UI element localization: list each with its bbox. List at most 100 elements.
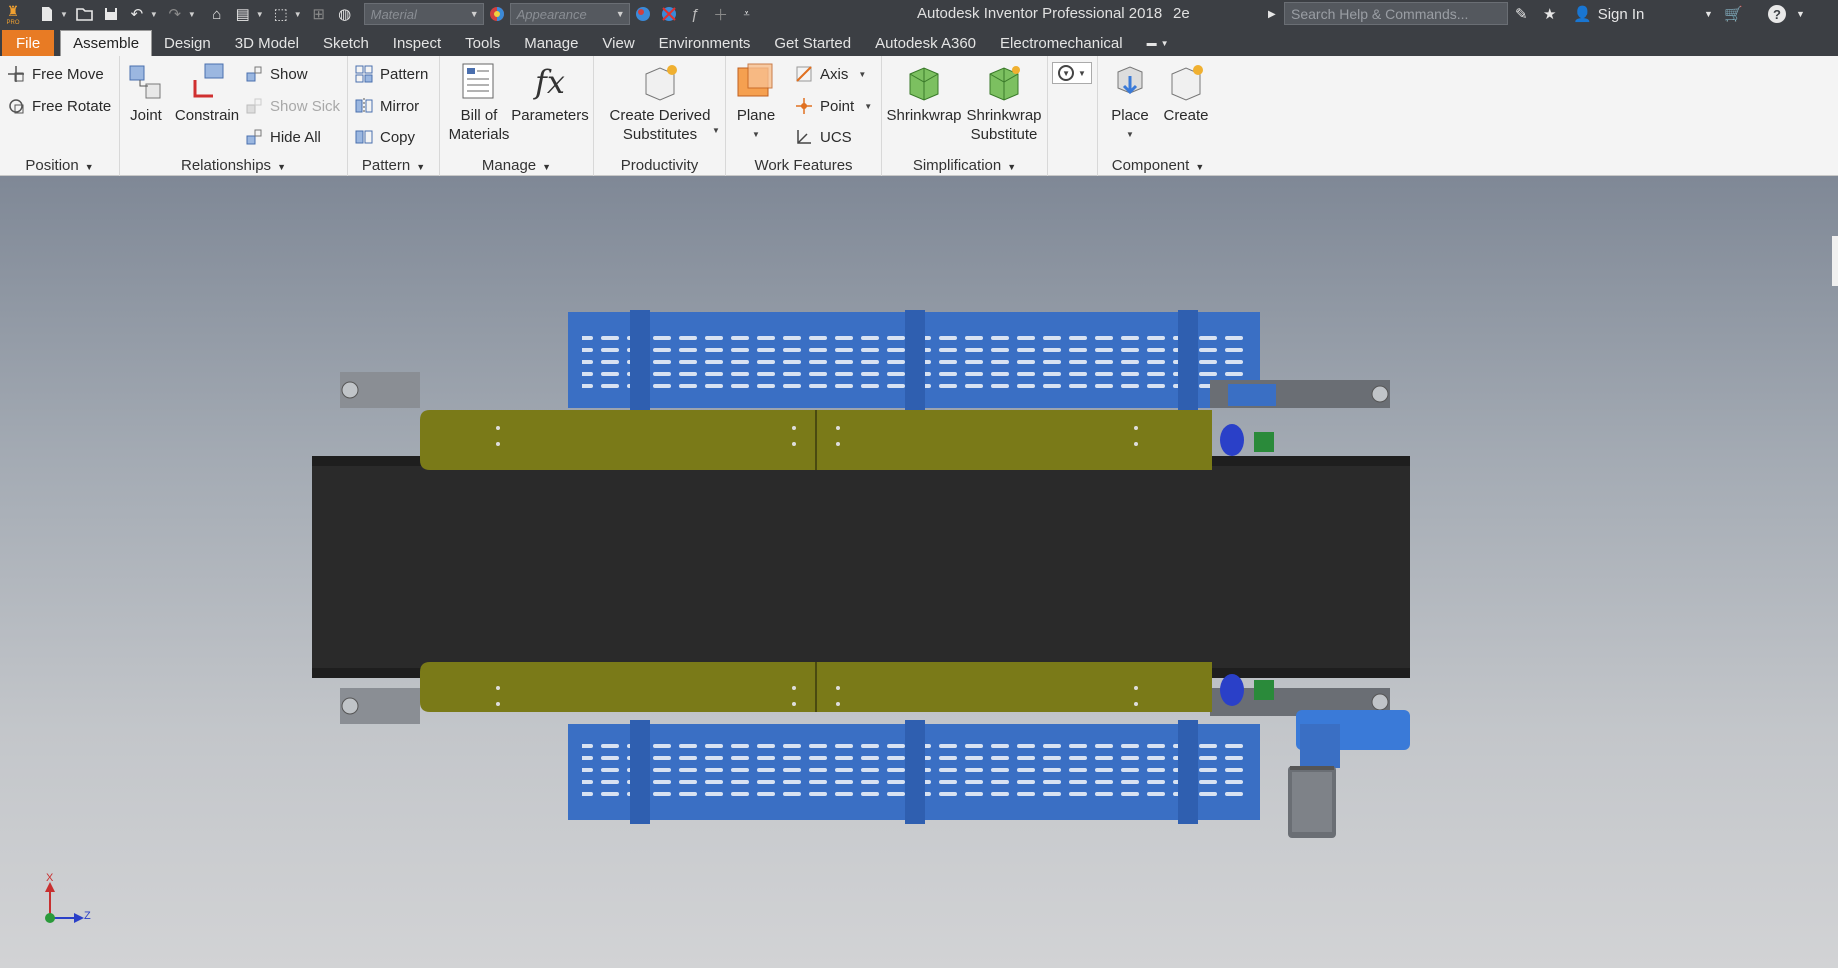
- viewport-scroll-indicator[interactable]: [1832, 236, 1838, 286]
- graphics-viewport[interactable]: X Z: [0, 176, 1838, 968]
- joint-button[interactable]: Joint: [126, 62, 166, 125]
- constrain-button[interactable]: Constrain: [172, 62, 242, 125]
- tab-inspect[interactable]: Inspect: [381, 30, 453, 56]
- ribbon: Free Move Free Rotate Position ▼ Joint Co…: [0, 56, 1838, 176]
- sign-in-button[interactable]: 👤 Sign In: [1573, 0, 1644, 28]
- appearance-combo[interactable]: Appearance ▼: [509, 3, 630, 25]
- redo-dropdown-caret[interactable]: ▼: [188, 10, 196, 19]
- favorites-star-icon[interactable]: ★: [1543, 0, 1556, 28]
- chevron-down-icon[interactable]: ▼: [712, 126, 720, 135]
- tab-tools[interactable]: Tools: [453, 30, 512, 56]
- cart-icon[interactable]: 🛒: [1724, 0, 1743, 28]
- tab-design[interactable]: Design: [152, 30, 223, 56]
- show-sick-button[interactable]: Show Sick: [244, 96, 340, 116]
- copy-button[interactable]: Copy: [354, 127, 415, 147]
- panel-title-label: Relationships: [181, 157, 272, 174]
- panel-title-label: Simplification: [912, 157, 1002, 174]
- undo-icon[interactable]: ↶: [126, 3, 148, 25]
- panel-title-simplification[interactable]: Simplification ▼: [882, 157, 1047, 174]
- create-component-label: Create: [1163, 107, 1209, 124]
- material-placeholder: Material: [370, 6, 417, 22]
- plus-icon[interactable]: ＋: [710, 3, 732, 25]
- place-button[interactable]: Place ▼: [1106, 62, 1154, 144]
- tab-file[interactable]: File: [2, 30, 55, 56]
- tab-manage[interactable]: Manage: [512, 30, 590, 56]
- plane-button[interactable]: Plane ▼: [732, 62, 780, 144]
- pattern-button[interactable]: Pattern: [354, 64, 428, 84]
- panel-relationships: Joint Constrain Show Show Sick Hide All …: [120, 56, 348, 176]
- tab-get-started[interactable]: Get Started: [762, 30, 863, 56]
- shrinkwrap-icon: [904, 62, 944, 102]
- search-expand-icon[interactable]: ▶: [1268, 0, 1276, 28]
- undo-dropdown-caret[interactable]: ▼: [150, 10, 158, 19]
- free-rotate-button[interactable]: Free Rotate: [6, 96, 111, 116]
- color-wheel-icon[interactable]: [486, 3, 508, 25]
- ucs-button[interactable]: UCS: [794, 127, 852, 147]
- chevron-down-icon: ▼: [615, 9, 625, 19]
- help-icon[interactable]: ?: [1768, 0, 1786, 28]
- tab-sketch[interactable]: Sketch: [311, 30, 381, 56]
- shrinkwrap-substitute-button[interactable]: Shrinkwrap Substitute: [964, 62, 1044, 144]
- point-button[interactable]: Point ▼: [794, 96, 872, 116]
- inventor-logo[interactable]: ♜ PRO: [0, 0, 26, 28]
- tab-autodesk-a360[interactable]: Autodesk A360: [863, 30, 988, 56]
- globe-icon[interactable]: ◍: [334, 3, 356, 25]
- panel-title-productivity: Productivity: [594, 157, 725, 174]
- customize-qat-icon[interactable]: ⩡: [736, 3, 758, 25]
- mirror-icon: [354, 96, 374, 116]
- pattern-label: Pattern: [380, 65, 429, 83]
- adjust-appearance-icon[interactable]: [632, 3, 654, 25]
- open-folder-icon[interactable]: [74, 3, 96, 25]
- update-dropdown-caret[interactable]: ▼: [256, 10, 264, 19]
- panel-component: Place ▼ Create Component ▼: [1098, 56, 1218, 176]
- tab-electromechanical[interactable]: Electromechanical: [988, 30, 1135, 56]
- search-input[interactable]: Search Help & Commands...: [1284, 2, 1508, 25]
- tab-assemble[interactable]: Assemble: [60, 30, 153, 56]
- tab-view[interactable]: View: [590, 30, 646, 56]
- new-file-icon[interactable]: [36, 3, 58, 25]
- tab-environments[interactable]: Environments: [647, 30, 763, 56]
- axis-label: Axis: [820, 65, 849, 83]
- parameters-button[interactable]: fx Parameters: [510, 62, 590, 125]
- chevron-down-icon: ▼: [277, 162, 286, 172]
- panel-title-manage[interactable]: Manage ▼: [440, 157, 593, 174]
- cursor-icon[interactable]: ⊞: [308, 3, 330, 25]
- help-dropdown-caret[interactable]: ▼: [1796, 0, 1805, 28]
- mirror-button[interactable]: Mirror: [354, 96, 419, 116]
- panel-title-component[interactable]: Component ▼: [1098, 157, 1218, 174]
- create-component-button[interactable]: Create: [1160, 62, 1212, 125]
- select-dropdown-caret[interactable]: ▼: [294, 10, 302, 19]
- redo-icon[interactable]: ↷: [164, 3, 186, 25]
- material-combo[interactable]: Material ▼: [363, 3, 484, 25]
- free-move-button[interactable]: Free Move: [6, 64, 104, 84]
- sws-label-line2: Substitute: [970, 126, 1038, 143]
- update-icon[interactable]: ▤: [232, 3, 254, 25]
- conveyor-assembly-model[interactable]: [0, 176, 1838, 968]
- shrinkwrap-button[interactable]: Shrinkwrap: [886, 62, 962, 125]
- select-icon[interactable]: ⬚: [270, 3, 292, 25]
- hide-all-button[interactable]: Hide All: [244, 127, 321, 147]
- show-button[interactable]: Show: [244, 64, 308, 84]
- bill-of-materials-button[interactable]: Bill of Materials: [444, 62, 514, 144]
- create-derived-substitutes-button[interactable]: Create Derived Substitutes: [606, 62, 714, 144]
- ucs-label: UCS: [820, 128, 852, 146]
- fx-icon[interactable]: ƒ: [684, 3, 706, 25]
- joint-label: Joint: [130, 107, 162, 124]
- tab-3d-model[interactable]: 3D Model: [223, 30, 311, 56]
- panel-title-relationships[interactable]: Relationships ▼: [120, 157, 347, 174]
- create-derived-substitutes-icon: [640, 62, 680, 102]
- sign-in-dropdown-caret[interactable]: ▼: [1704, 0, 1713, 28]
- chevron-down-icon: ▼: [1160, 38, 1169, 48]
- extra-dropdown[interactable]: ▼ ▼: [1052, 62, 1092, 84]
- clear-appearance-icon[interactable]: [658, 3, 680, 25]
- save-icon[interactable]: [100, 3, 122, 25]
- inventor-logo-label: PRO: [6, 19, 20, 26]
- subscription-icon[interactable]: ✎: [1515, 0, 1528, 28]
- axis-button[interactable]: Axis ▼: [794, 64, 866, 84]
- ribbon-display-options[interactable]: ▬ ▼: [1135, 30, 1181, 56]
- panel-title-position[interactable]: Position ▼: [0, 157, 119, 174]
- panel-title-label: Pattern: [361, 157, 411, 174]
- home-icon[interactable]: ⌂: [206, 3, 228, 25]
- panel-title-pattern[interactable]: Pattern ▼: [348, 157, 439, 174]
- new-dropdown-caret[interactable]: ▼: [60, 10, 68, 19]
